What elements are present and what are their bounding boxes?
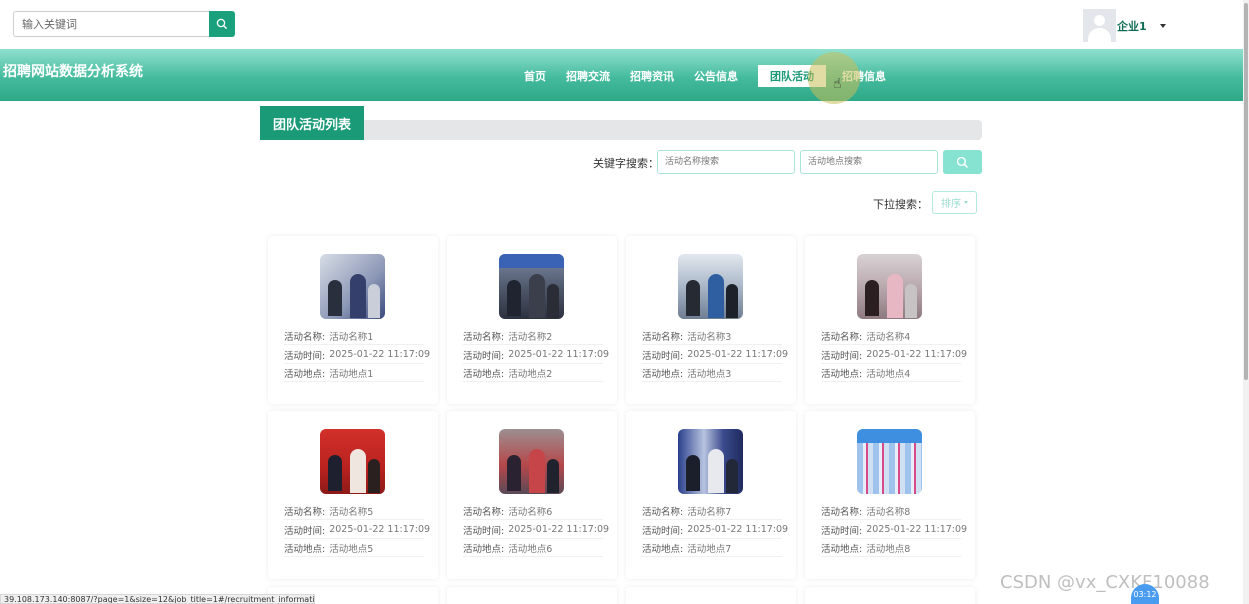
activity-image[interactable] <box>499 429 564 494</box>
search-icon <box>216 18 228 30</box>
sort-dropdown-label: 排序 <box>941 199 961 210</box>
nav-item-news[interactable]: 招聘资讯 <box>625 66 679 86</box>
nav-item-home[interactable]: 首页 <box>519 66 551 86</box>
activity-time-row: 活动时间: 2025-01-22 11:17:09 <box>463 346 609 364</box>
caret-down-icon[interactable] <box>1159 23 1166 28</box>
activity-time-row: 活动时间: 2025-01-22 11:17:09 <box>284 346 430 364</box>
chevron-down-icon <box>964 201 968 204</box>
activity-card[interactable]: 活动名称: 活动名称4 活动时间: 2025-01-22 11:17:09 活动地点… <box>805 236 975 404</box>
activity-card-partial[interactable] <box>805 587 975 604</box>
activity-card[interactable]: 活动名称: 活动名称8 活动时间: 2025-01-22 11:17:09 活动地点… <box>805 411 975 579</box>
filter-search-button[interactable] <box>943 150 982 174</box>
activity-time-row: 活动时间: 2025-01-22 11:17:09 <box>821 346 967 364</box>
nav-item-notice[interactable]: 公告信息 <box>689 66 743 86</box>
activity-time-row: 活动时间: 2025-01-22 11:17:09 <box>642 346 788 364</box>
watermark: CSDN @vx_CXKF10088 <box>1000 572 1210 593</box>
page-scrollbar-thumb[interactable] <box>1244 3 1248 380</box>
activity-card-partial[interactable] <box>447 587 617 604</box>
keyword-search-label: 关键字搜索： <box>593 157 659 170</box>
sort-dropdown[interactable]: 排序 <box>932 191 977 214</box>
section-bar <box>260 120 982 140</box>
activity-place-row: 活动地点: 活动地点8 <box>821 539 961 557</box>
activity-name-row: 活动名称: 活动名称8 <box>821 502 961 520</box>
user-menu[interactable]: 企业1 <box>1083 9 1166 42</box>
activity-card-partial[interactable] <box>626 587 796 604</box>
activity-card[interactable]: 活动名称: 活动名称1 活动时间: 2025-01-22 11:17:09 活动地点… <box>268 236 438 404</box>
status-url-tooltip: 39.108.173.140:8087/?page=1&size=12&job_… <box>0 594 315 604</box>
activity-time-row: 活动时间: 2025-01-22 11:17:09 <box>821 521 967 539</box>
activity-name-row: 活动名称: 活动名称7 <box>642 502 782 520</box>
section-title: 团队活动列表 <box>260 106 364 140</box>
activity-image[interactable] <box>678 429 743 494</box>
brand-title: 招聘网站数据分析系统 <box>3 64 143 80</box>
activity-image[interactable] <box>857 254 922 319</box>
top-bar: 企业1 <box>0 0 1249 49</box>
activity-time-row: 活动时间: 2025-01-22 11:17:09 <box>642 521 788 539</box>
user-name[interactable]: 企业1 <box>1117 18 1147 34</box>
activity-place-row: 活动地点: 活动地点5 <box>284 539 424 557</box>
activity-place-search-input[interactable] <box>800 150 938 174</box>
activity-place-row: 活动地点: 活动地点3 <box>642 364 782 382</box>
activity-time-row: 活动时间: 2025-01-22 11:17:09 <box>463 521 609 539</box>
activity-name-row: 活动名称: 活动名称5 <box>284 502 424 520</box>
chat-badge[interactable]: 03:12 <box>1131 584 1159 604</box>
global-search-input[interactable] <box>13 11 209 37</box>
header-nav-bar: 招聘网站数据分析系统 首页 招聘交流 招聘资讯 公告信息 团队活动 招聘信息 <box>0 49 1243 101</box>
avatar[interactable] <box>1083 9 1116 42</box>
activity-place-row: 活动地点: 活动地点7 <box>642 539 782 557</box>
activity-name-row: 活动名称: 活动名称4 <box>821 327 961 345</box>
activity-time-row: 活动时间: 2025-01-22 11:17:09 <box>284 521 430 539</box>
activity-card[interactable]: 活动名称: 活动名称7 活动时间: 2025-01-22 11:17:09 活动地点… <box>626 411 796 579</box>
activity-card[interactable]: 活动名称: 活动名称6 活动时间: 2025-01-22 11:17:09 活动地点… <box>447 411 617 579</box>
activity-name-row: 活动名称: 活动名称3 <box>642 327 782 345</box>
activity-place-row: 活动地点: 活动地点4 <box>821 364 961 382</box>
nav-item-exchange[interactable]: 招聘交流 <box>561 66 615 86</box>
activity-image[interactable] <box>320 254 385 319</box>
activity-place-row: 活动地点: 活动地点6 <box>463 539 603 557</box>
global-search <box>13 11 235 37</box>
activity-name-row: 活动名称: 活动名称1 <box>284 327 424 345</box>
activity-name-row: 活动名称: 活动名称6 <box>463 502 603 520</box>
activity-card[interactable]: 活动名称: 活动名称3 活动时间: 2025-01-22 11:17:09 活动地点… <box>626 236 796 404</box>
activity-image[interactable] <box>857 429 922 494</box>
activity-name-search-input[interactable] <box>657 150 795 174</box>
activity-name-row: 活动名称: 活动名称2 <box>463 327 603 345</box>
activity-place-row: 活动地点: 活动地点1 <box>284 364 424 382</box>
activity-image[interactable] <box>678 254 743 319</box>
hand-cursor-icon: ☝ <box>833 76 842 92</box>
dropdown-search-label: 下拉搜索： <box>873 198 928 211</box>
activity-place-row: 活动地点: 活动地点2 <box>463 364 603 382</box>
activity-card[interactable]: 活动名称: 活动名称5 活动时间: 2025-01-22 11:17:09 活动地点… <box>268 411 438 579</box>
activity-image[interactable] <box>499 254 564 319</box>
activity-image[interactable] <box>320 429 385 494</box>
global-search-button[interactable] <box>209 11 235 37</box>
activity-card[interactable]: 活动名称: 活动名称2 活动时间: 2025-01-22 11:17:09 活动地点… <box>447 236 617 404</box>
search-icon <box>956 156 969 168</box>
